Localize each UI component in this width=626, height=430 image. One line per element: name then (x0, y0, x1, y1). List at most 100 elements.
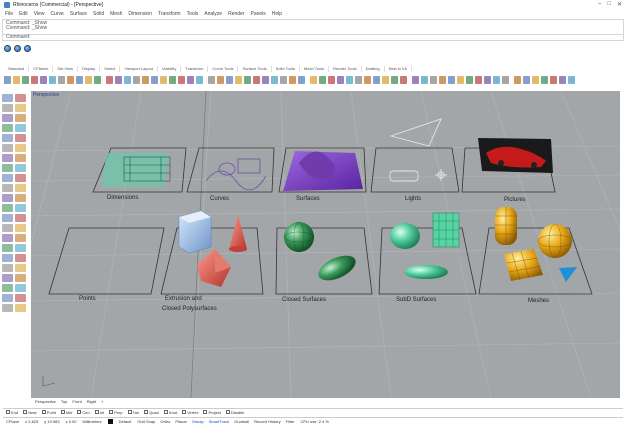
menu-tools[interactable]: Tools (187, 11, 199, 17)
status-toggle[interactable]: Planar (175, 419, 187, 424)
menu-transform[interactable]: Transform (158, 11, 181, 17)
layer-name[interactable]: Default (119, 419, 132, 424)
standard-toolbar-icon[interactable] (466, 75, 473, 84)
left-toolbar-icon[interactable] (15, 264, 26, 272)
standard-toolbar-icon[interactable] (430, 75, 437, 84)
checkbox-box[interactable] (94, 410, 99, 414)
menu-dimension[interactable]: Dimension (128, 11, 152, 17)
command-prompt[interactable]: Command: (2, 35, 624, 41)
standard-toolbar-icon[interactable] (568, 75, 575, 84)
standard-toolbar-icon[interactable] (448, 75, 455, 84)
status-toggle[interactable]: Grid Snap (137, 419, 155, 424)
left-toolbar-icon[interactable] (2, 284, 13, 292)
left-toolbar-icon[interactable] (15, 284, 26, 292)
menu-mesh[interactable]: Mesh (110, 11, 122, 17)
left-toolbar-icon[interactable] (2, 214, 13, 222)
checkbox-box[interactable] (182, 410, 187, 414)
left-toolbar-icon[interactable] (15, 224, 26, 232)
standard-toolbar-icon[interactable] (493, 75, 500, 84)
standard-toolbar-icon[interactable] (22, 75, 29, 84)
standard-toolbar-icon[interactable] (391, 75, 398, 84)
left-toolbar-icon[interactable] (15, 124, 26, 132)
osnap-checkbox[interactable]: Knot (163, 410, 177, 415)
standard-toolbar-icon[interactable] (124, 75, 131, 84)
standard-toolbar-icon[interactable] (559, 75, 566, 84)
standard-toolbar-icon[interactable] (169, 75, 176, 84)
standard-toolbar-icon[interactable] (133, 75, 140, 84)
standard-toolbar-icon[interactable] (76, 75, 83, 84)
standard-toolbar-icon[interactable] (262, 75, 269, 84)
checkbox-box[interactable] (23, 410, 28, 414)
checkbox-box[interactable] (60, 410, 65, 414)
left-toolbar-icon[interactable] (15, 144, 26, 152)
left-toolbar-icon[interactable] (2, 244, 13, 252)
tab-curve-tools[interactable]: Curve Tools (208, 66, 239, 72)
left-toolbar-icon[interactable] (2, 194, 13, 202)
standard-toolbar-icon[interactable] (439, 75, 446, 84)
left-toolbar-icon[interactable] (15, 194, 26, 202)
standard-toolbar-icon[interactable] (142, 75, 149, 84)
standard-toolbar-icon[interactable] (457, 75, 464, 84)
left-toolbar-icon[interactable] (2, 294, 13, 302)
left-toolbar-icon[interactable] (2, 114, 13, 122)
close-icon[interactable]: ✕ (617, 1, 622, 8)
menu-panels[interactable]: Panels (251, 11, 266, 17)
osnap-checkbox[interactable]: Perp (109, 410, 123, 415)
perspective-viewport[interactable] (31, 91, 620, 398)
osnap-checkbox[interactable]: Disable (225, 410, 244, 415)
standard-toolbar-icon[interactable] (208, 75, 215, 84)
left-toolbar-icon[interactable] (15, 104, 26, 112)
standard-toolbar-icon[interactable] (400, 75, 407, 84)
left-toolbar-icon[interactable] (2, 154, 13, 162)
add-viewport-tab-button[interactable]: + (101, 399, 103, 406)
left-toolbar-icon[interactable] (15, 164, 26, 172)
standard-toolbar-icon[interactable] (4, 45, 11, 52)
standard-toolbar-icon[interactable] (271, 75, 278, 84)
standard-toolbar-icon[interactable] (514, 75, 521, 84)
tab-visibility[interactable]: Visibility (158, 66, 182, 72)
left-toolbar-icon[interactable] (15, 94, 26, 102)
osnap-checkbox[interactable]: Quad (144, 410, 159, 415)
left-toolbar-icon[interactable] (15, 274, 26, 282)
standard-toolbar-icon[interactable] (412, 75, 419, 84)
standard-toolbar-icon[interactable] (160, 75, 167, 84)
tab-standard[interactable]: Standard (4, 66, 30, 72)
standard-toolbar-icon[interactable] (217, 75, 224, 84)
tab-solid-tools[interactable]: Solid Tools (272, 66, 300, 72)
osnap-checkbox[interactable]: Near (23, 410, 37, 415)
standard-toolbar-icon[interactable] (49, 75, 56, 84)
standard-toolbar-icon[interactable] (382, 75, 389, 84)
standard-toolbar-icon[interactable] (13, 75, 20, 84)
checkbox-box[interactable] (203, 410, 208, 414)
standard-toolbar-icon[interactable] (40, 75, 47, 84)
standard-toolbar-icon[interactable] (532, 75, 539, 84)
left-toolbar-icon[interactable] (2, 124, 13, 132)
standard-toolbar-icon[interactable] (196, 75, 203, 84)
units-label[interactable]: Millimeters (83, 419, 102, 424)
menu-curve[interactable]: Curve (50, 11, 63, 17)
checkbox-box[interactable] (41, 410, 46, 414)
standard-toolbar-icon[interactable] (24, 45, 31, 52)
tab-cplanes[interactable]: CPlanes (29, 66, 54, 72)
standard-toolbar-icon[interactable] (364, 75, 371, 84)
left-toolbar-icon[interactable] (15, 294, 26, 302)
left-toolbar-icon[interactable] (15, 134, 26, 142)
checkbox-box[interactable] (109, 410, 114, 414)
left-toolbar-icon[interactable] (2, 94, 13, 102)
osnap-checkbox[interactable]: Vertex (182, 410, 198, 415)
left-toolbar-icon[interactable] (2, 264, 13, 272)
status-toggle[interactable]: Osnap (192, 419, 204, 424)
status-toggle[interactable]: Record History (254, 419, 280, 424)
tab-transform[interactable]: Transform (181, 66, 209, 72)
standard-toolbar-icon[interactable] (475, 75, 482, 84)
left-toolbar-icon[interactable] (2, 254, 13, 262)
standard-toolbar-icon[interactable] (235, 75, 242, 84)
maximize-icon[interactable]: □ (607, 1, 611, 8)
menu-edit[interactable]: Edit (19, 11, 28, 17)
standard-toolbar-icon[interactable] (328, 75, 335, 84)
left-toolbar-icon[interactable] (2, 304, 13, 312)
checkbox-box[interactable] (127, 410, 132, 414)
left-toolbar-icon[interactable] (2, 144, 13, 152)
standard-toolbar-icon[interactable] (226, 75, 233, 84)
standard-toolbar-icon[interactable] (253, 75, 260, 84)
